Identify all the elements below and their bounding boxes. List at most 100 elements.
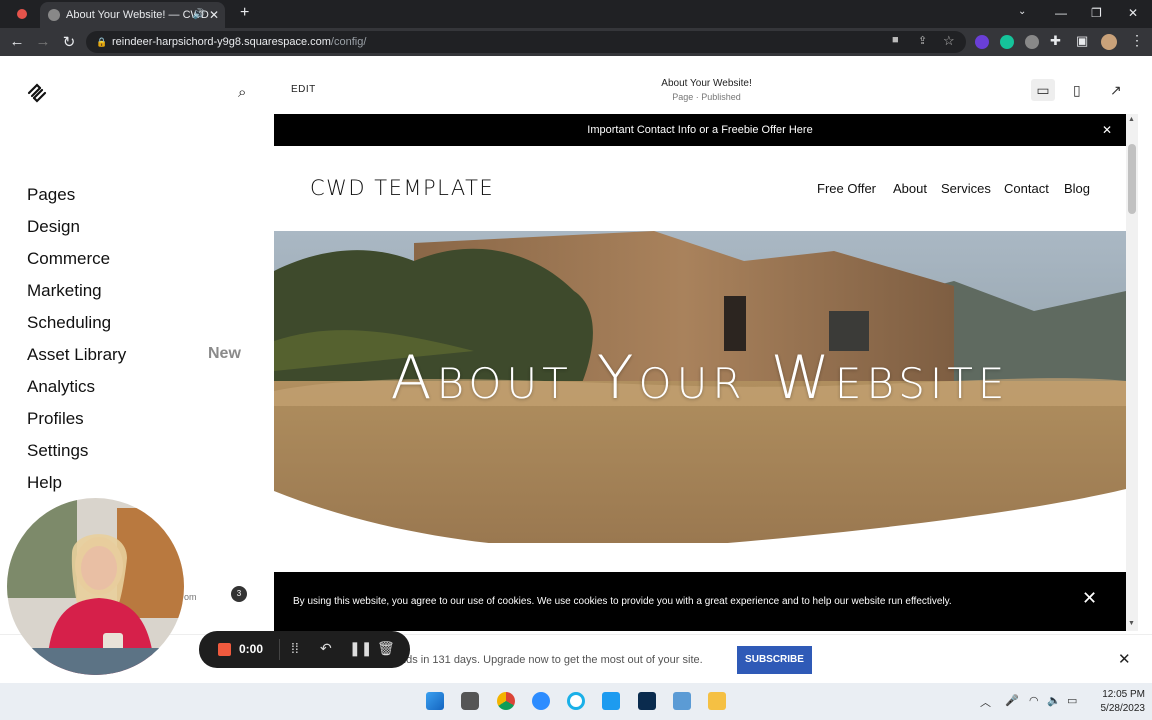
- page-status: Page · Published: [672, 92, 741, 102]
- scroll-up-icon[interactable]: ▲: [1128, 116, 1135, 123]
- browser-menu-icon[interactable]: ⋮: [1130, 32, 1144, 49]
- browser-tab-bar: About Your Website! — CWD 🔊 ✕ + ⌄ — ❐ ✕: [0, 0, 1152, 28]
- photoshop-icon[interactable]: [638, 692, 656, 710]
- clock-time[interactable]: 12:05 PM: [1085, 689, 1145, 700]
- delete-icon[interactable]: 🗑: [377, 640, 395, 657]
- url-host: reindeer-harpsichord-y9g8.squarespace.co…: [112, 36, 331, 48]
- subscribe-button[interactable]: SUBSCRIBE: [737, 646, 812, 674]
- side-panel-icon[interactable]: ▣: [1076, 33, 1088, 49]
- lock-icon: 🔒: [96, 37, 108, 47]
- bookmark-star-icon[interactable]: ☆: [943, 33, 955, 49]
- battery-icon[interactable]: ▭: [1067, 694, 1077, 707]
- file-explorer-icon[interactable]: [708, 692, 726, 710]
- grammarly-icon[interactable]: [1000, 35, 1014, 49]
- windows-start-icon[interactable]: [426, 692, 444, 710]
- search-icon[interactable]: ⌕: [238, 84, 246, 101]
- drag-handle-icon[interactable]: ⁞⁞: [291, 640, 299, 656]
- sidebar-item-asset-library[interactable]: Asset Library: [27, 345, 126, 365]
- recording-timer: 0:00: [239, 642, 264, 656]
- website-preview: Important Contact Info or a Freebie Offe…: [274, 114, 1126, 631]
- site-nav-contact[interactable]: Contact: [1004, 181, 1049, 196]
- mobile-view-icon[interactable]: ▯: [1073, 82, 1081, 99]
- reload-icon[interactable]: ↻: [60, 33, 78, 51]
- record-indicator-icon: [17, 9, 27, 19]
- sidebar-item-scheduling[interactable]: Scheduling: [27, 313, 111, 333]
- scroll-thumb[interactable]: [1128, 144, 1136, 214]
- notification-badge[interactable]: 3: [231, 586, 247, 602]
- sidebar-item-profiles[interactable]: Profiles: [27, 409, 84, 429]
- extension-icon[interactable]: [975, 35, 989, 49]
- site-nav-services[interactable]: Services: [941, 181, 991, 196]
- cookie-close-icon[interactable]: ✕: [1082, 588, 1097, 609]
- cookie-text: By using this website, you agree to our …: [293, 596, 952, 607]
- sidebar-item-analytics[interactable]: Analytics: [27, 377, 95, 397]
- announcement-bar[interactable]: Important Contact Info or a Freebie Offe…: [274, 114, 1126, 146]
- tray-chevron-icon[interactable]: ︿: [980, 694, 991, 710]
- screenshot-extension-icon[interactable]: [1025, 35, 1039, 49]
- sidebar-item-marketing[interactable]: Marketing: [27, 281, 102, 301]
- hero-title: About Your Website: [390, 343, 1010, 413]
- sidebar-item-design[interactable]: Design: [27, 217, 80, 237]
- tab-search-icon[interactable]: ⌄: [1018, 6, 1026, 17]
- trial-text: nds in 131 days. Upgrade now to get the …: [400, 654, 703, 666]
- sidebar-item-help[interactable]: Help: [27, 473, 62, 493]
- sidebar-item-settings[interactable]: Settings: [27, 441, 88, 461]
- trial-close-icon[interactable]: ✕: [1118, 650, 1131, 668]
- recording-control-bar: 0:00 ⁞⁞ ↶ ❚❚ 🗑: [199, 631, 410, 668]
- zoom-icon[interactable]: [532, 692, 550, 710]
- undo-icon[interactable]: ↶: [320, 640, 332, 657]
- volume-icon[interactable]: 🔈: [1047, 694, 1061, 707]
- tab-close-icon[interactable]: ✕: [209, 2, 219, 28]
- clock-date[interactable]: 5/28/2023: [1085, 703, 1146, 714]
- site-logo[interactable]: CWD TEMPLATE: [310, 176, 494, 200]
- account-email-snippet: om: [184, 592, 197, 602]
- forward-icon[interactable]: →: [34, 33, 52, 50]
- fullscreen-expand-icon[interactable]: ↗: [1110, 82, 1122, 99]
- sidebar-item-pages[interactable]: Pages: [27, 185, 75, 205]
- desktop-view-icon[interactable]: ▭: [1031, 79, 1055, 101]
- camera-app-icon[interactable]: [461, 692, 479, 710]
- share-icon[interactable]: ⇪: [918, 34, 927, 47]
- tab-title: About Your Website! — CWD: [66, 9, 209, 21]
- url-path: /config/: [330, 36, 367, 48]
- profile-avatar[interactable]: [1101, 34, 1117, 50]
- new-tab-icon[interactable]: +: [240, 4, 249, 22]
- minimize-icon[interactable]: —: [1055, 6, 1067, 20]
- announcement-close-icon[interactable]: ✕: [1102, 114, 1112, 146]
- windows-taskbar: ︿ 🎤 ◠ 🔈 ▭ 12:05 PM 5/28/2023: [0, 683, 1152, 720]
- microphone-icon[interactable]: 🎤: [1005, 694, 1019, 707]
- squarespace-logo-icon[interactable]: [26, 82, 48, 104]
- site-favicon-icon: [48, 9, 60, 21]
- sidebar-item-commerce[interactable]: Commerce: [27, 249, 110, 269]
- notepad-icon[interactable]: [673, 692, 691, 710]
- browser-address-bar: ← → ↻ 🔒 reindeer-harpsichord-y9g8.square…: [0, 28, 1152, 56]
- url-input[interactable]: 🔒 reindeer-harpsichord-y9g8.squarespace.…: [86, 31, 966, 53]
- close-window-icon[interactable]: ✕: [1128, 6, 1138, 20]
- stop-recording-button[interactable]: [218, 643, 231, 656]
- camera-icon[interactable]: ■: [892, 34, 899, 46]
- new-badge: New: [208, 345, 241, 362]
- divider: [279, 639, 280, 660]
- hero-banner: About Your Website: [274, 231, 1126, 543]
- preview-scrollbar[interactable]: ▲ ▼: [1126, 114, 1138, 631]
- extensions-puzzle-icon[interactable]: ✚: [1050, 33, 1061, 49]
- site-nav-about[interactable]: About: [893, 181, 927, 196]
- site-nav-free-offer[interactable]: Free Offer: [817, 181, 876, 196]
- site-nav-blog[interactable]: Blog: [1064, 181, 1090, 196]
- webcam-video: [7, 498, 184, 675]
- cookie-banner: By using this website, you agree to our …: [274, 572, 1126, 631]
- announcement-text: Important Contact Info or a Freebie Offe…: [587, 124, 813, 136]
- scroll-down-icon[interactable]: ▼: [1128, 620, 1135, 627]
- pause-icon[interactable]: ❚❚: [349, 640, 372, 657]
- wifi-icon[interactable]: ◠: [1029, 694, 1039, 707]
- webcam-overlay: [7, 498, 184, 675]
- chrome-icon[interactable]: [497, 692, 515, 710]
- page-title: About Your Website!: [661, 78, 752, 89]
- back-icon[interactable]: ←: [8, 33, 26, 50]
- restore-icon[interactable]: ❐: [1091, 6, 1102, 20]
- loom-icon[interactable]: [602, 692, 620, 710]
- trial-banner: nds in 131 days. Upgrade now to get the …: [0, 634, 1152, 682]
- browser-tab[interactable]: About Your Website! — CWD 🔊 ✕: [40, 2, 225, 28]
- audio-icon[interactable]: 🔊: [193, 2, 205, 28]
- alexa-icon[interactable]: [567, 692, 585, 710]
